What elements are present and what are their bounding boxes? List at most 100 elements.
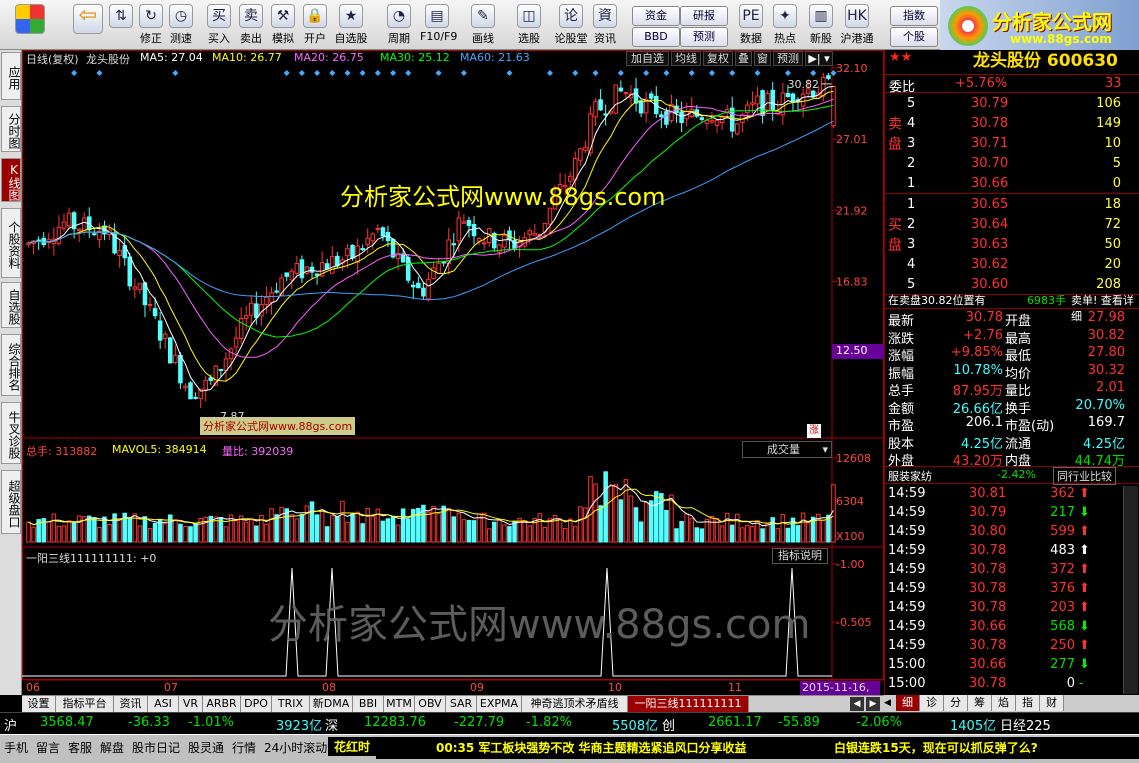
sidebar-tab[interactable]: K线图 [1,158,21,202]
volume-bar [380,520,386,543]
indicator-tab[interactable]: 资讯 [114,696,148,712]
indicator-tab[interactable]: 一阳三线111111111 [628,696,749,712]
status-link[interactable]: 股灵通 [188,739,224,756]
toolbar-small-button[interactable]: 预测 [680,27,728,47]
ma20-label: MA20: 26.75 [294,51,364,64]
indicator-tab[interactable]: TRIX [272,696,310,712]
toolbar-small-button[interactable]: 个股 [890,27,938,47]
chart-header-button[interactable]: 叠 [735,51,752,66]
chart-header-button[interactable]: 均线 [671,51,701,66]
toolbar-button-up-down[interactable]: ⇅ [104,2,138,48]
toolbar-button-hammer[interactable]: ⚒ 模拟 [266,2,300,48]
sidebar-tab[interactable]: 超级盘口 [1,470,21,534]
quote-tab-scroll-icon[interactable]: ◀ [884,695,896,711]
news-headline-2[interactable]: 白银连跌15天，现在可以抓反弹了么? [834,739,1038,756]
quote-tab[interactable]: 指 [1016,695,1040,711]
tick-scrollbar[interactable] [1123,486,1138,694]
indicator-tab[interactable]: 指标平台 [56,696,114,712]
volume-bar [76,515,82,543]
quote-tab[interactable]: 诊 [920,695,944,711]
chart-header-button[interactable]: 预测 [773,51,803,66]
tab-scroll-left-icon[interactable]: ◀ [850,697,864,711]
status-link[interactable]: 股市日记 [132,739,180,756]
indicator-tab[interactable]: 设置 [22,696,56,712]
volume-bar [643,502,649,543]
toolbar-button-lock[interactable]: 🔒 开户 [298,2,332,48]
tab-scroll-right-icon[interactable]: ▶ [866,697,880,711]
indicator-tab[interactable]: MTM [384,696,415,712]
candle-body [664,111,669,125]
chart-header-button[interactable]: 窗 [754,51,771,66]
toolbar-button-clock[interactable]: ◷ 测速 [164,2,198,48]
sidebar-tab[interactable]: 综合排名 [1,334,21,396]
toolbar-small-button[interactable]: 研报 [680,6,728,26]
volume-bar [330,515,335,543]
indicator-tab[interactable]: DPO [241,696,272,712]
toolbar-small-button[interactable]: BBD [632,27,680,47]
toolbar-button-star[interactable]: ★ 自选股 [334,2,368,48]
toolbar-button-select[interactable]: ◫ 选股 [512,2,546,48]
sidebar-tab[interactable]: 应用 [1,52,21,100]
indicator-tab[interactable]: ASI [148,696,179,712]
toolbar-button-refresh[interactable]: ↻ 修正 [134,2,168,48]
toolbar-button-windows[interactable] [4,2,56,48]
status-link[interactable]: 解盘 [100,739,124,756]
status-link[interactable]: 留言 [36,739,60,756]
indicator-tab[interactable]: 神奇逃顶术矛盾线 [522,696,628,712]
chart-header-button[interactable]: 加自选 [626,51,669,66]
toolbar-button-news[interactable]: 資资讯 [588,2,622,48]
sz-index-percent: -1.82% [526,715,572,730]
toolbar-button-data[interactable]: PE 数据 [734,2,768,48]
industry-compare-button[interactable]: 同行业比较 [1053,467,1116,485]
status-link[interactable]: 24小时滚动 [264,739,327,756]
clock-icon: ◷ [169,4,193,28]
quote-tab[interactable]: 焰 [992,695,1016,711]
toolbar-button-pen[interactable]: ✎ 画线 [466,2,500,48]
quote-tab[interactable]: 筹 [968,695,992,711]
toolbar-button-forum[interactable]: 论论股堂 [554,2,588,48]
indicator-tab[interactable]: BBI [353,696,384,712]
quote-tab[interactable]: 分 [944,695,968,711]
quote-tab[interactable]: 财 [1040,695,1064,711]
toolbar-button-sell[interactable]: 卖卖出 [234,2,268,48]
toolbar-button-label: 沪港通 [840,32,874,45]
volume-select[interactable]: 成交量 ▾ [742,441,832,458]
candle-body [294,263,300,274]
indicator-tab[interactable]: 新DMA [310,696,353,712]
volume-bar [476,513,482,543]
volume-bar [542,527,548,543]
sidebar-tab[interactable]: 个股资料 [1,208,21,278]
quote-tab[interactable]: 细 [896,695,920,711]
indicator-tab[interactable]: ARBR [203,696,241,712]
toolbar-button-newstock[interactable]: ▥ 新股 [804,2,838,48]
toolbar-button-f10[interactable]: ▤ F10/F9 [420,2,457,48]
status-link[interactable]: 手机 [4,739,28,756]
quote-panel: ★★ 龙头股份 600630 委比 +5.76% 33 卖盘 5 30.79 106 4 30.78… [884,50,1139,695]
stat-value: 206.1 [965,415,1003,430]
toolbar-small-button[interactable]: 指数 [890,6,938,26]
toolbar-button-hk[interactable]: HK 沪港通 [840,2,874,48]
sidebar-tab[interactable]: 自选股 [1,282,21,328]
sidebar-tab[interactable]: 分时图 [1,106,21,152]
logo-url: www.88gs.com [1010,32,1112,46]
sidebar-tab[interactable]: 牛叉诊股 [1,402,21,464]
indicator-tab[interactable]: VR [179,696,203,712]
stat-value: 30.32 [1087,362,1125,378]
indicator-tab[interactable]: OBV [415,696,446,712]
indicator-help-button[interactable]: 指标说明 [772,548,828,564]
volume-bar [623,479,629,543]
indicator-tab[interactable]: EXPMA [477,696,522,712]
chart-header-button[interactable]: 复权 [703,51,733,66]
toolbar-button-hotspot[interactable]: ✦ 热点 [768,2,802,48]
toolbar-button-buy[interactable]: 买买入 [202,2,236,48]
news-headline-1[interactable]: 00:35 军工板块强势不改 华商主题精选紧追风口分享收益 [436,739,747,756]
vol-axis-label: 12608 [836,452,871,465]
tick-time: 15:00 [888,657,926,672]
chart-scroll-arrows-icon[interactable]: ▶| ▾ [805,51,833,66]
status-link[interactable]: 行情 [232,739,256,756]
status-link[interactable]: 客服 [68,739,92,756]
stat-label: 最新 [888,314,915,329]
toolbar-button-period[interactable]: ◔ 周期 [382,2,416,48]
toolbar-small-button[interactable]: 资金 [632,6,680,26]
indicator-tab[interactable]: SAR [446,696,477,712]
